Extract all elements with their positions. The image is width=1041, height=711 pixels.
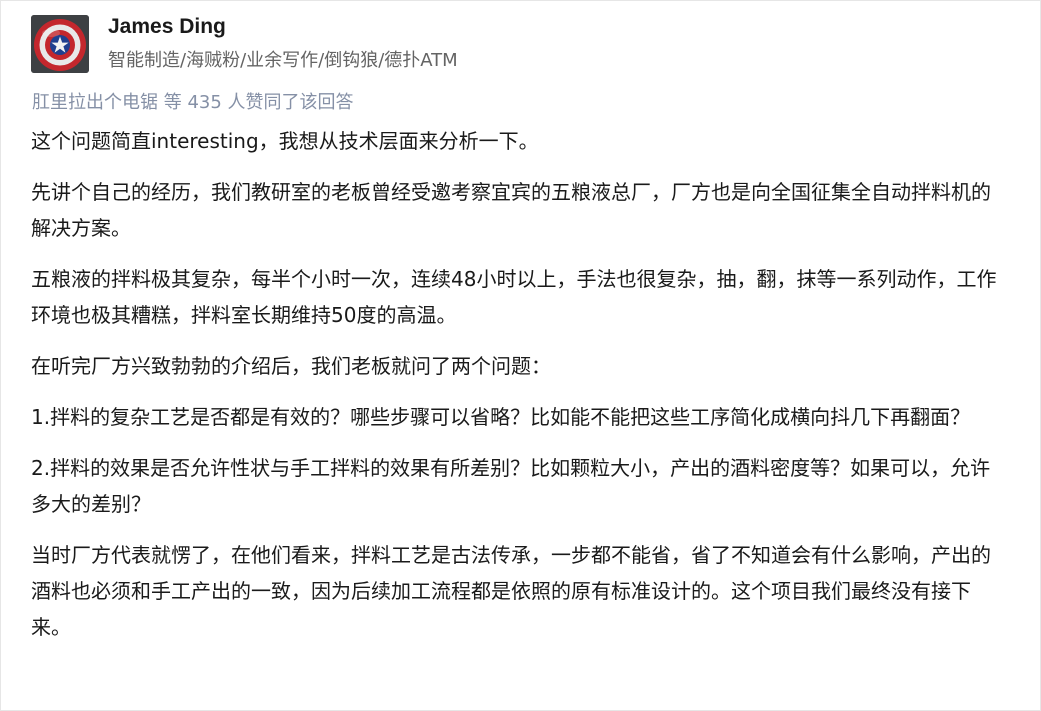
answer-paragraph: 当时厂方代表就愣了，在他们看来，拌料工艺是古法传承，一步都不能省，省了不知道会有… — [31, 543, 991, 639]
answer-paragraph: 这个问题简直interesting，我想从技术层面来分析一下。 — [31, 129, 539, 153]
voter-name-link[interactable]: 肛里拉出个电锯 — [32, 92, 158, 113]
author-info: James Ding 智能制造/海贼粉/业余写作/倒钩狼/德扑ATM — [31, 15, 458, 73]
answer-paragraph: 1.拌料的复杂工艺是否都是有效的？哪些步骤可以省略？比如能不能把这些工序简化成横… — [31, 405, 971, 429]
answer-paragraph: 先讲个自己的经历，我们教研室的老板曾经受邀考察宜宾的五粮液总厂，厂方也是向全国征… — [31, 180, 991, 240]
author-text: James Ding 智能制造/海贼粉/业余写作/倒钩狼/德扑ATM — [108, 15, 458, 72]
voters-count-link[interactable]: 等 435 人赞同了该回答 — [164, 92, 354, 113]
answer-content: 这个问题简直interesting，我想从技术层面来分析一下。 先讲个自己的经历… — [31, 123, 1007, 660]
captain-america-shield-icon[interactable] — [31, 15, 89, 73]
answer-paragraph: 在听完厂方兴致勃勃的介绍后，我们老板就问了两个问题： — [31, 354, 551, 378]
answer-paragraph: 五粮液的拌料极其复杂，每半个小时一次，连续48小时以上，手法也很复杂，抽，翻，抹… — [31, 267, 997, 327]
author-headline: 智能制造/海贼粉/业余写作/倒钩狼/德扑ATM — [108, 50, 458, 71]
answer-paragraph: 2.拌料的效果是否允许性状与手工拌料的效果有所差别？比如颗粒大小，产出的酒料密度… — [31, 456, 991, 516]
answer-card: James Ding 智能制造/海贼粉/业余写作/倒钩狼/德扑ATM 肛里拉出个… — [0, 0, 1041, 711]
author-name[interactable]: James Ding — [108, 15, 458, 39]
voters-line: 肛里拉出个电锯 等 435 人赞同了该回答 — [32, 91, 354, 115]
